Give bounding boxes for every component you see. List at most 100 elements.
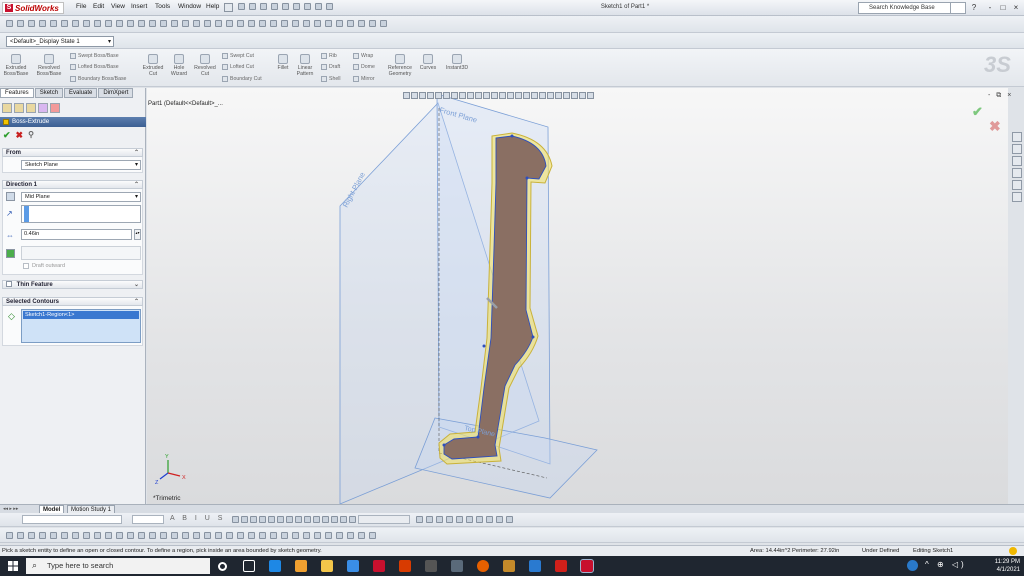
sketch-tool-icon[interactable] xyxy=(149,532,156,539)
resources-icon[interactable] xyxy=(1012,132,1022,142)
reference-geometry-button[interactable]: Reference Geometry xyxy=(384,54,416,77)
standard-tool-icon[interactable] xyxy=(39,20,46,27)
view-tool-icon[interactable] xyxy=(539,92,546,99)
tray-icons[interactable]: ^ ⊕ ◁) xyxy=(925,560,967,569)
standard-tool-icon[interactable] xyxy=(204,20,211,27)
format-tool-icon[interactable] xyxy=(426,516,433,523)
view-tool-icon[interactable] xyxy=(419,92,426,99)
menu-view[interactable]: View xyxy=(111,3,125,10)
swept-cut-button[interactable]: Swept Cut xyxy=(222,53,254,59)
standard-tool-icon[interactable] xyxy=(50,20,57,27)
view-tool-icon[interactable] xyxy=(467,92,474,99)
draft-button[interactable]: Draft xyxy=(321,64,340,70)
windows-start-icon[interactable] xyxy=(8,561,18,571)
feature-tree-root[interactable]: Part1 (Default<<Default>_... xyxy=(148,101,223,107)
view-tool-icon[interactable] xyxy=(547,92,554,99)
sketch-tool-icon[interactable] xyxy=(160,532,167,539)
format-tool-icon[interactable] xyxy=(286,516,293,523)
view-tool-icon[interactable] xyxy=(427,92,434,99)
sketch-tool-icon[interactable] xyxy=(292,532,299,539)
view-tool-icon[interactable] xyxy=(451,92,458,99)
tab-features[interactable]: Features xyxy=(0,88,34,98)
sketch-tool-icon[interactable] xyxy=(226,532,233,539)
draft-on-off-icon[interactable] xyxy=(6,249,15,258)
sketch-tool-icon[interactable] xyxy=(336,532,343,539)
extruded-boss-base-button[interactable]: Extruded Boss/Base xyxy=(3,54,29,77)
standard-tool-icon[interactable] xyxy=(72,20,79,27)
format-tool-icon[interactable] xyxy=(295,516,302,523)
wrap-button[interactable]: Wrap xyxy=(353,53,373,59)
tab-evaluate[interactable]: Evaluate xyxy=(64,88,98,98)
sketch-tool-icon[interactable] xyxy=(204,532,211,539)
format-tool-icon[interactable] xyxy=(322,516,329,523)
standard-tool-icon[interactable] xyxy=(314,20,321,27)
shell-button[interactable]: Shell xyxy=(321,76,341,82)
office-icon[interactable] xyxy=(399,560,411,572)
rebuild-status-icon[interactable] xyxy=(1009,547,1017,555)
format-tool-icon[interactable] xyxy=(250,516,257,523)
sketch-point[interactable] xyxy=(531,335,535,339)
design-library-icon[interactable] xyxy=(1012,144,1022,154)
curves-button[interactable]: Curves xyxy=(417,54,439,71)
menu-help[interactable]: Help xyxy=(206,3,219,10)
standard-tool-icon[interactable] xyxy=(182,20,189,27)
text-style-buttons[interactable]: A B I U S xyxy=(170,515,225,522)
file-explorer-icon[interactable] xyxy=(321,560,333,572)
standard-tool-icon[interactable] xyxy=(160,20,167,27)
view-tool-icon[interactable] xyxy=(499,92,506,99)
select-icon[interactable] xyxy=(293,3,300,10)
format-tool-icon[interactable] xyxy=(340,516,347,523)
standard-tool-icon[interactable] xyxy=(270,20,277,27)
rib-button[interactable]: Rib xyxy=(321,53,337,59)
thin-feature-checkbox[interactable] xyxy=(6,281,12,287)
tab-dimxpert[interactable]: DimXpert xyxy=(98,88,134,98)
menu-tools[interactable]: Tools xyxy=(155,3,170,10)
standard-tool-icon[interactable] xyxy=(248,20,255,27)
standard-tool-icon[interactable] xyxy=(281,20,288,27)
sketch-tool-icon[interactable] xyxy=(72,532,79,539)
format-tool-icon[interactable] xyxy=(313,516,320,523)
help-tray-icon[interactable] xyxy=(907,560,918,571)
property-manager-icon[interactable] xyxy=(14,103,24,113)
sketch-tool-icon[interactable] xyxy=(259,532,266,539)
format-tool-icon[interactable] xyxy=(331,516,338,523)
confirmation-ok-icon[interactable]: ✔ xyxy=(972,104,983,120)
view-tool-icon[interactable] xyxy=(571,92,578,99)
media-icon[interactable] xyxy=(295,560,307,572)
linear-pattern-button[interactable]: Linear Pattern xyxy=(293,54,317,77)
mail-icon[interactable] xyxy=(347,560,359,572)
sketch-tool-icon[interactable] xyxy=(138,532,145,539)
file-explorer-icon[interactable] xyxy=(1012,156,1022,166)
sketch-tool-icon[interactable] xyxy=(314,532,321,539)
standard-tool-icon[interactable] xyxy=(358,20,365,27)
format-tool-icon[interactable] xyxy=(349,516,356,523)
menu-insert[interactable]: Insert xyxy=(131,3,147,10)
view-tool-icon[interactable] xyxy=(507,92,514,99)
standard-tool-icon[interactable] xyxy=(94,20,101,27)
format-tool-icon[interactable] xyxy=(466,516,473,523)
app-icon[interactable] xyxy=(529,560,541,572)
configuration-manager-icon[interactable] xyxy=(26,103,36,113)
standard-tool-icon[interactable] xyxy=(336,20,343,27)
format-tool-icon[interactable] xyxy=(268,516,275,523)
feature-manager-icon[interactable] xyxy=(2,103,12,113)
format-tool-icon[interactable] xyxy=(259,516,266,523)
cancel-button[interactable]: ✖ xyxy=(16,130,24,141)
draft-outward-option[interactable]: Draft outward xyxy=(23,263,65,269)
from-group-header[interactable]: From ⌃ xyxy=(2,148,143,157)
sketch-tool-icon[interactable] xyxy=(28,532,35,539)
sketch-tool-icon[interactable] xyxy=(127,532,134,539)
sketch-tool-icon[interactable] xyxy=(215,532,222,539)
standard-tool-icon[interactable] xyxy=(369,20,376,27)
font-size-select[interactable] xyxy=(132,515,164,524)
format-tool-icon[interactable] xyxy=(436,516,443,523)
file-properties-icon[interactable] xyxy=(315,3,322,10)
search-icon[interactable] xyxy=(950,2,964,14)
appearances-icon[interactable] xyxy=(1012,180,1022,190)
standard-tool-icon[interactable] xyxy=(259,20,266,27)
edge-icon[interactable] xyxy=(269,560,281,572)
depth-input[interactable]: 0.46in xyxy=(21,229,132,240)
format-tool-icon[interactable] xyxy=(476,516,483,523)
depth-spinner[interactable]: ▴▾ xyxy=(134,229,141,240)
selected-contours-list[interactable]: Sketch1-Region<1> xyxy=(21,309,141,343)
